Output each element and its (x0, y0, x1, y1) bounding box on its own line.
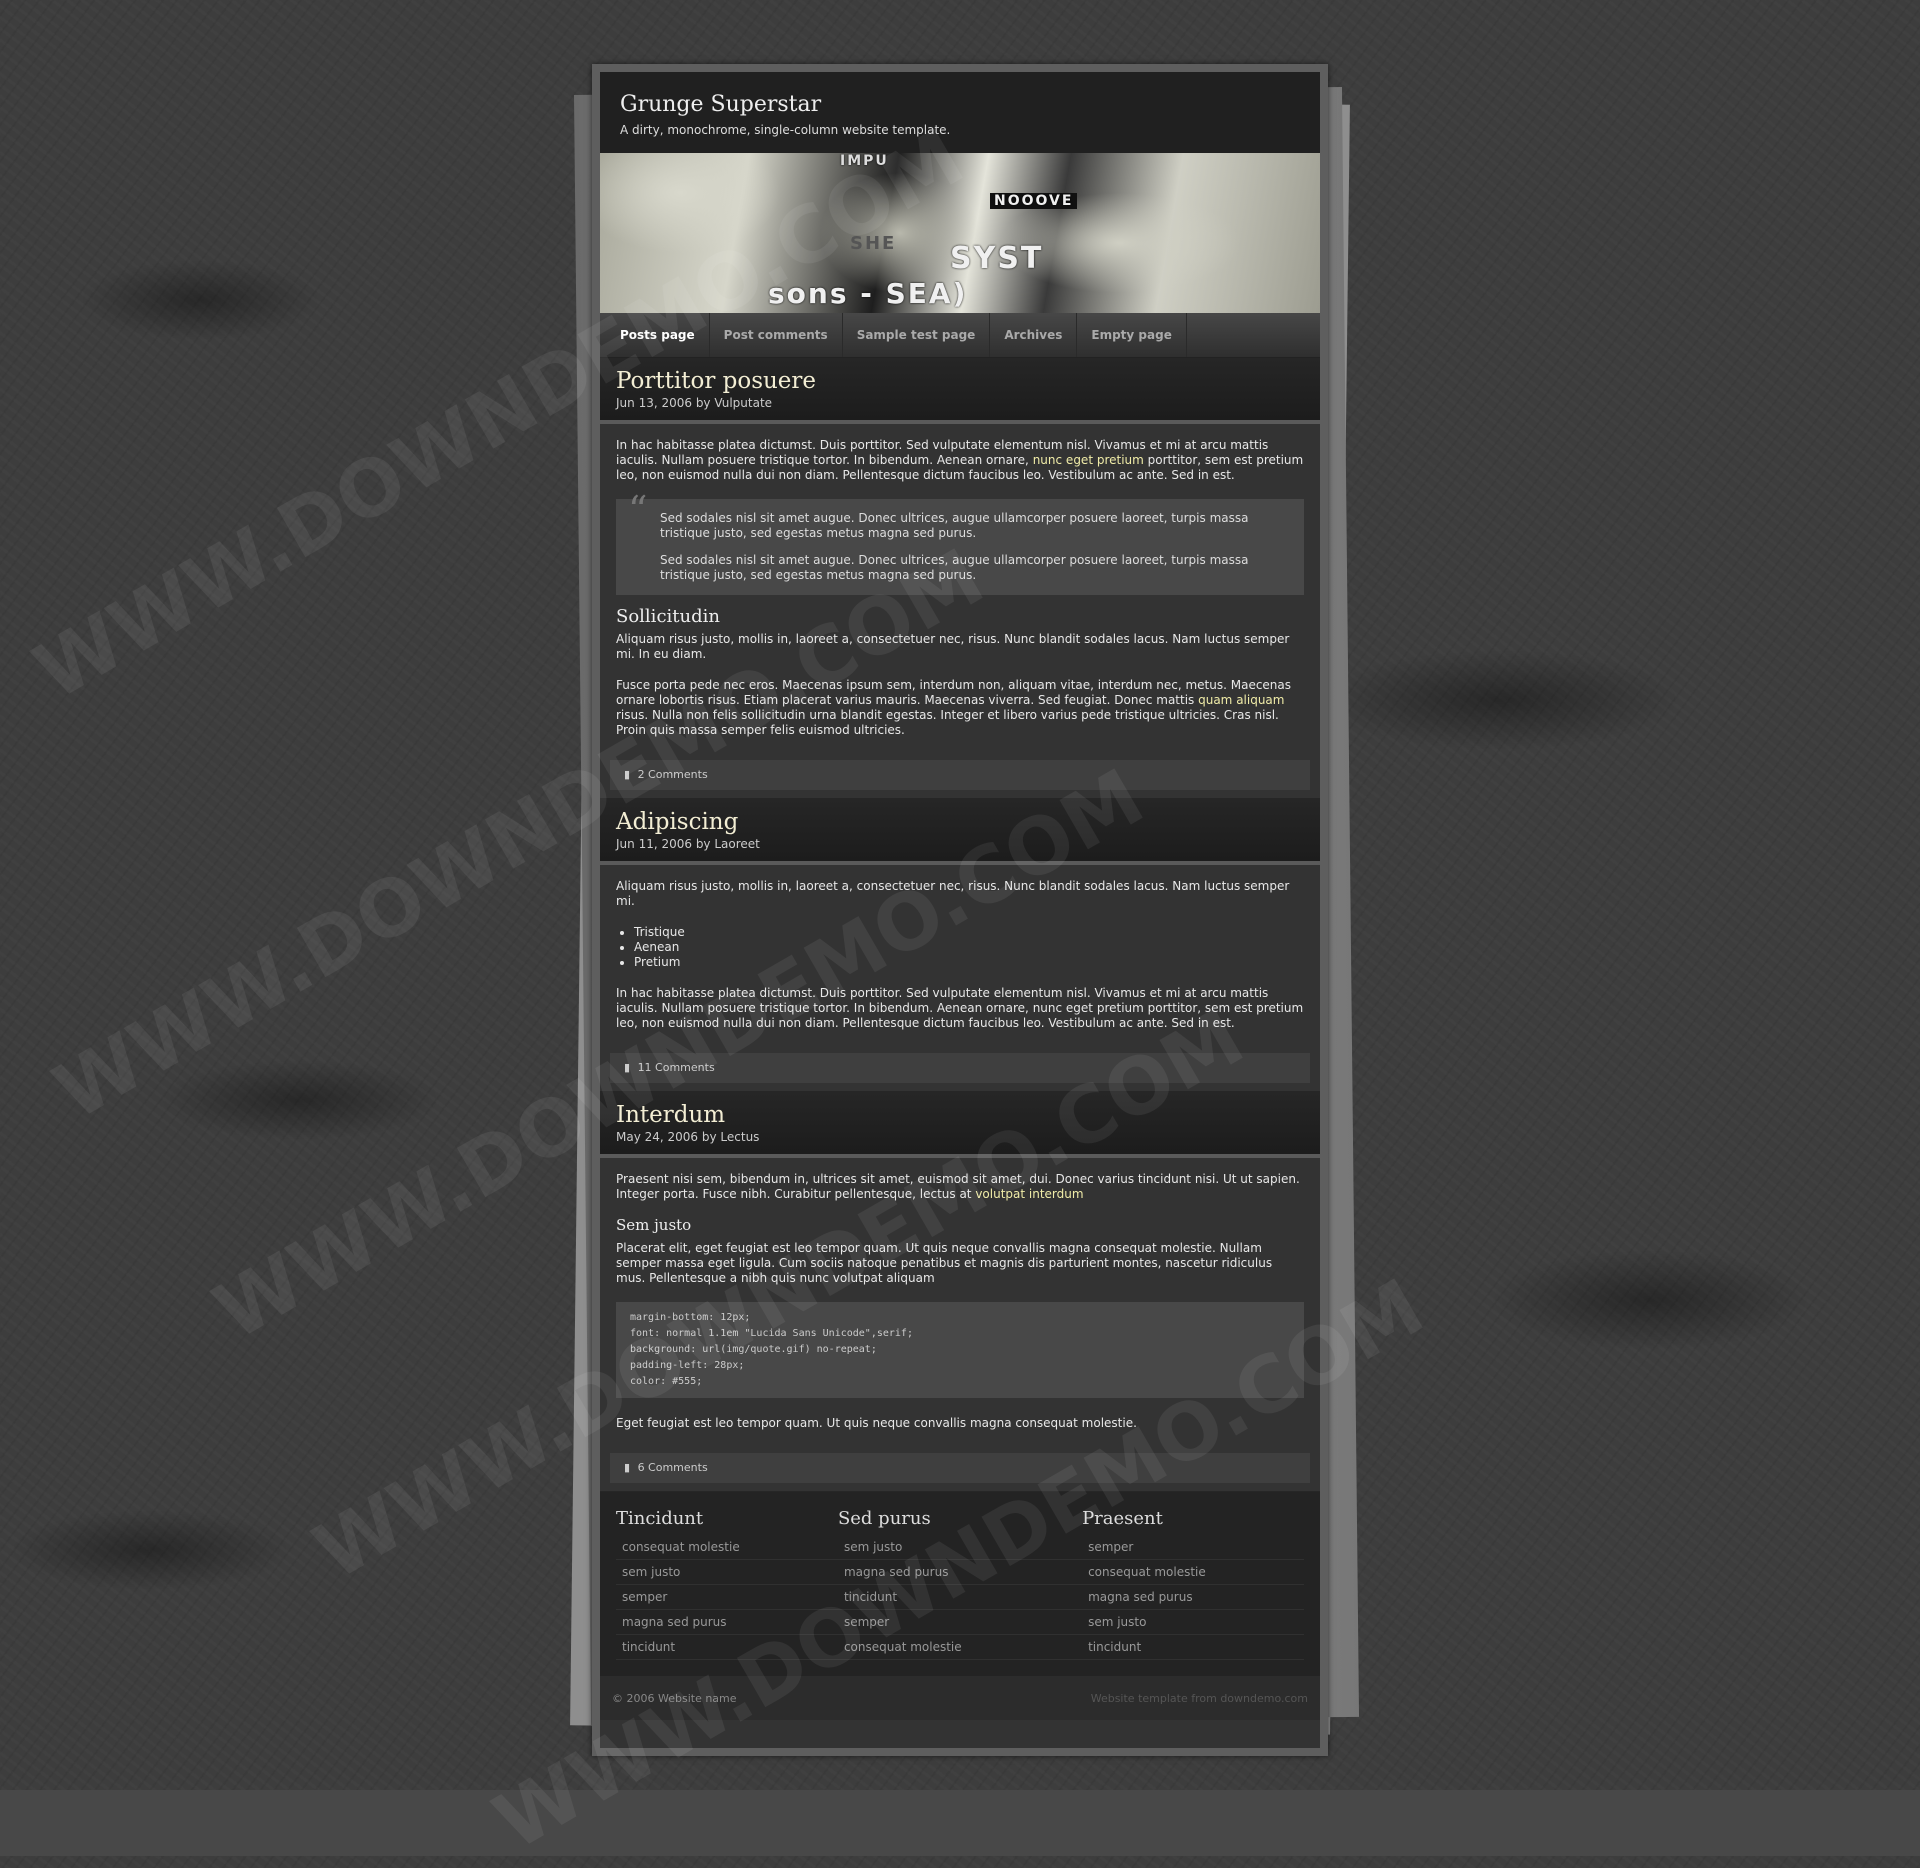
comment-bubble-icon: ▮ (624, 1461, 631, 1474)
footer-link[interactable]: sem justo (616, 1560, 838, 1585)
footer-link[interactable]: semper (837, 1610, 1083, 1635)
footer-column: Sed purus sem justo magna sed purus tinc… (837, 1508, 1083, 1666)
inline-link[interactable]: nunc eget pretium (1033, 453, 1144, 467)
main-nav: Posts page Post comments Sample test pag… (600, 313, 1320, 358)
footer-link[interactable]: consequat molestie (616, 1535, 838, 1560)
post-paragraph: Aliquam risus justo, mollis in, laoreet … (616, 879, 1290, 908)
list-item: Aenean (634, 940, 1304, 955)
banner-text: IMPU (840, 153, 889, 169)
nav-item-sample-test-page[interactable]: Sample test page (843, 313, 991, 357)
quote-icon: “ (628, 488, 648, 532)
quote-paragraph: Sed sodales nisl sit amet augue. Donec u… (660, 511, 1249, 540)
post-meta: May 24, 2006 by Lectus (616, 1130, 760, 1144)
list-item: Tristique (634, 925, 1304, 940)
nav-item-post-comments[interactable]: Post comments (710, 313, 843, 357)
post-title[interactable]: Interdum (616, 1102, 1304, 1128)
footer-link[interactable]: tincidunt (1082, 1635, 1304, 1660)
post-body: Aliquam risus justo, mollis in, laoreet … (600, 865, 1320, 1053)
banner-text: SHE (850, 233, 897, 254)
post-header: Interdum May 24, 2006 by Lectus (600, 1092, 1320, 1158)
quote-paragraph: Sed sodales nisl sit amet augue. Donec u… (660, 553, 1249, 582)
comments-link[interactable]: 2 Comments (638, 768, 708, 781)
post-subheading: Sollicitudin (616, 606, 720, 627)
post: Adipiscing Jun 11, 2006 by Laoreet Aliqu… (600, 799, 1320, 1092)
page-container: Grunge Superstar A dirty, monochrome, si… (600, 72, 1320, 1748)
blockquote: “ Sed sodales nisl sit amet augue. Donec… (616, 488, 1304, 595)
comments-bar: ▮ 11 Comments (610, 1053, 1310, 1083)
post-body: In hac habitasse platea dictumst. Duis p… (600, 424, 1320, 760)
footer-columns: Tincidunt consequat molestie sem justo s… (600, 1492, 1320, 1676)
post: Porttitor posuere Jun 13, 2006 by Vulput… (600, 358, 1320, 799)
comments-link[interactable]: 11 Comments (638, 1061, 715, 1074)
comment-bubble-icon: ▮ (624, 768, 631, 781)
footer-link[interactable]: semper (1082, 1535, 1304, 1560)
banner-text: SYST (950, 241, 1044, 276)
footer-link[interactable]: magna sed purus (837, 1560, 1083, 1585)
post-header: Adipiscing Jun 11, 2006 by Laoreet (600, 799, 1320, 865)
footer-link[interactable]: sem justo (837, 1535, 1083, 1560)
site-header: Grunge Superstar A dirty, monochrome, si… (600, 72, 1320, 153)
footer-link[interactable]: tincidunt (616, 1635, 838, 1660)
post-paragraph: Placerat elit, eget feugiat est leo temp… (616, 1241, 1273, 1285)
template-credit-link[interactable]: Website template from downdemo.com (1091, 1692, 1308, 1705)
post-meta: Jun 13, 2006 by Vulputate (616, 396, 773, 410)
comment-bubble-icon: ▮ (624, 1061, 631, 1074)
footer-column-title: Praesent (1082, 1508, 1163, 1529)
footer-link[interactable]: semper (616, 1585, 838, 1610)
post-paragraph: Aliquam risus justo, mollis in, laoreet … (616, 632, 1290, 661)
comments-bar: ▮ 2 Comments (610, 760, 1310, 790)
nav-item-archives[interactable]: Archives (990, 313, 1078, 357)
comments-bar: ▮ 6 Comments (610, 1453, 1310, 1483)
post-body: Praesent nisi sem, bibendum in, ultrices… (600, 1158, 1320, 1453)
footer-link[interactable]: magna sed purus (1082, 1585, 1304, 1610)
footer-link[interactable]: magna sed purus (616, 1610, 838, 1635)
banner-text: sons - SEA) (768, 277, 968, 310)
bullet-list: Tristique Aenean Pretium (616, 925, 1304, 970)
post-paragraph: Praesent nisi sem, bibendum in, ultrices… (616, 1172, 1300, 1201)
comments-link[interactable]: 6 Comments (638, 1461, 708, 1474)
post-paragraph: In hac habitasse platea dictumst. Duis p… (616, 986, 1304, 1030)
footer-link[interactable]: tincidunt (837, 1585, 1083, 1610)
footer-column-title: Sed purus (837, 1508, 931, 1529)
footer-link[interactable]: consequat molestie (1082, 1560, 1304, 1585)
page-bottom-band (0, 1790, 1920, 1856)
code-block: margin-bottom: 12px; font: normal 1.1em … (616, 1302, 1304, 1398)
post-paragraph: Eget feugiat est leo tempor quam. Ut qui… (616, 1416, 1137, 1430)
inline-link[interactable]: quam aliquam (1198, 693, 1284, 707)
post-title[interactable]: Adipiscing (616, 809, 1304, 835)
post-meta: Jun 11, 2006 by Laoreet (616, 837, 760, 851)
post: Interdum May 24, 2006 by Lectus Praesent… (600, 1092, 1320, 1492)
footer-column: Praesent semper consequat molestie magna… (1082, 1508, 1304, 1666)
post-title[interactable]: Porttitor posuere (616, 368, 1304, 394)
site-title[interactable]: Grunge Superstar (620, 72, 1300, 117)
site-tagline: A dirty, monochrome, single-column websi… (620, 123, 951, 137)
page-frame: Grunge Superstar A dirty, monochrome, si… (592, 64, 1328, 1756)
inline-link[interactable]: volutpat interdum (975, 1187, 1083, 1201)
post-subheading: Sem justo (616, 1216, 692, 1234)
footer-link[interactable]: sem justo (1082, 1610, 1304, 1635)
header-banner-image: IMPU NOOOVE SYST sons - SEA) SHE (600, 153, 1320, 313)
nav-item-empty-page[interactable]: Empty page (1077, 313, 1187, 357)
footer-column-title: Tincidunt (616, 1508, 704, 1529)
footer-link[interactable]: consequat molestie (837, 1635, 1083, 1660)
nav-item-posts-page[interactable]: Posts page (606, 313, 710, 357)
list-item: Pretium (634, 955, 1304, 970)
site-footer: © 2006 Website name Website template fro… (600, 1676, 1320, 1720)
post-paragraph: In hac habitasse platea dictumst. Duis p… (616, 438, 1304, 482)
copyright-text: © 2006 Website name (612, 1691, 737, 1705)
post-header: Porttitor posuere Jun 13, 2006 by Vulput… (600, 358, 1320, 424)
banner-text: NOOOVE (990, 193, 1078, 209)
post-paragraph: Fusce porta pede nec eros. Maecenas ipsu… (616, 678, 1292, 737)
footer-column: Tincidunt consequat molestie sem justo s… (616, 1508, 838, 1666)
